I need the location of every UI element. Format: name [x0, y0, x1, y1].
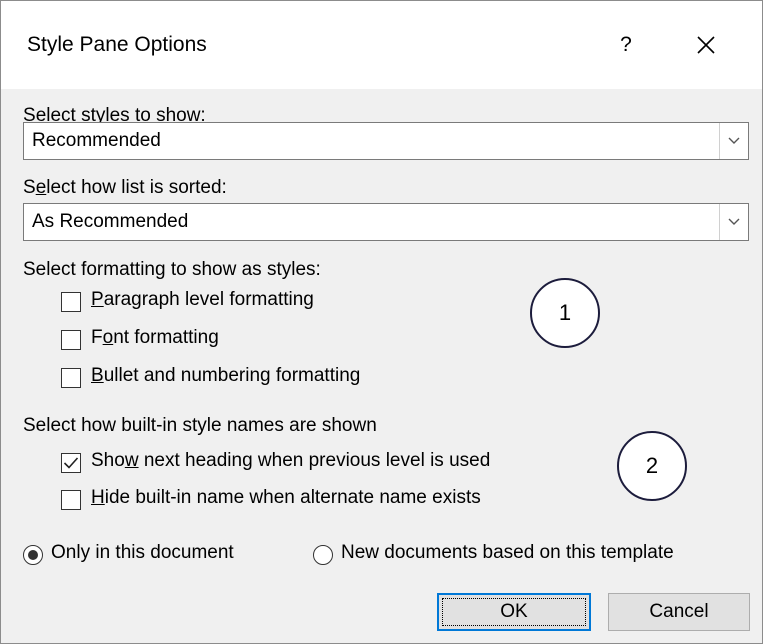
only-this-document-radio[interactable] — [23, 545, 43, 565]
hide-builtin-name-label: Hide built-in name when alternate name e… — [91, 487, 481, 508]
styles-to-show-value: Recommended — [32, 130, 161, 151]
sort-order-dropdown-button[interactable] — [719, 204, 748, 240]
font-formatting-label: Font formatting — [91, 327, 219, 348]
formatting-section-label: Select formatting to show as styles: — [23, 259, 321, 280]
cancel-button-label: Cancel — [649, 601, 709, 622]
sort-order-label: Select how list is sorted: — [23, 177, 227, 198]
bullet-numbering-formatting-checkbox[interactable] — [61, 368, 81, 388]
cancel-button[interactable]: Cancel — [608, 593, 750, 631]
dialog-title: Style Pane Options — [27, 33, 207, 56]
paragraph-formatting-checkbox[interactable] — [61, 292, 81, 312]
sort-order-value: As Recommended — [32, 211, 189, 232]
hide-builtin-name-checkbox[interactable] — [61, 490, 81, 510]
show-next-heading-label: Show next heading when previous level is… — [91, 450, 491, 471]
builtin-names-section-label: Select how built-in style names are show… — [23, 415, 377, 436]
ok-button[interactable]: OK — [437, 593, 591, 631]
close-button[interactable] — [681, 25, 731, 65]
new-documents-template-radio[interactable] — [313, 545, 333, 565]
styles-to-show-dropdown-button[interactable] — [719, 123, 748, 159]
title-bar: Style Pane Options ? — [1, 1, 762, 89]
callout-marker-2: 2 — [617, 431, 687, 501]
checkmark-icon — [63, 457, 79, 469]
callout-marker-1: 1 — [530, 278, 600, 348]
close-icon — [697, 36, 715, 54]
paragraph-formatting-label: Paragraph level formatting — [91, 289, 314, 310]
styles-to-show-dropdown[interactable]: Recommended — [23, 122, 749, 160]
font-formatting-checkbox[interactable] — [61, 330, 81, 350]
bullet-numbering-formatting-label: Bullet and numbering formatting — [91, 365, 361, 386]
style-pane-options-dialog: Style Pane Options ? Select styles to sh… — [0, 0, 763, 644]
focus-rectangle — [442, 598, 586, 626]
new-documents-template-label: New documents based on this template — [341, 542, 674, 563]
only-this-document-label: Only in this document — [51, 542, 234, 563]
chevron-down-icon — [728, 137, 740, 144]
radio-selected-dot — [28, 550, 38, 560]
help-button[interactable]: ? — [606, 25, 646, 65]
chevron-down-icon — [728, 218, 740, 225]
sort-order-dropdown[interactable]: As Recommended — [23, 203, 749, 241]
show-next-heading-checkbox[interactable] — [61, 453, 81, 473]
